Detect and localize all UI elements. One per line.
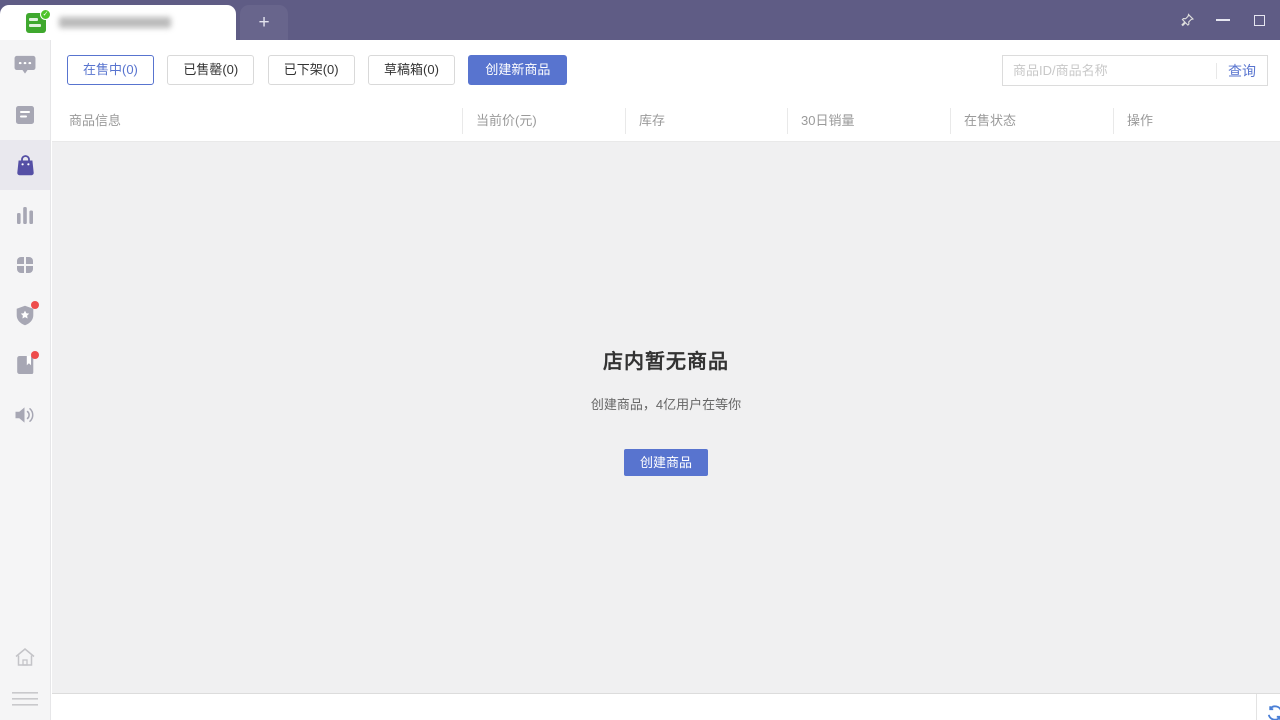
sidebar-item-menu[interactable]: [0, 678, 50, 720]
maximize-icon: [1253, 14, 1265, 26]
bottom-bar-divider: [1256, 694, 1257, 720]
store-avatar: ✓: [26, 8, 51, 33]
sidebar-bottom: [0, 636, 50, 720]
titlebar: ✓ +: [0, 0, 1280, 40]
sidebar-item-home[interactable]: [0, 636, 50, 678]
column-header-product-info: 商品信息: [69, 112, 122, 128]
maximize-button[interactable]: [1246, 7, 1272, 33]
create-product-button[interactable]: 创建商品: [623, 449, 708, 476]
speaker-icon: [15, 407, 34, 423]
column-header-current-price: 当前价(元): [462, 100, 625, 142]
sidebar-item-products[interactable]: [0, 140, 50, 190]
sidebar-item-orders[interactable]: [0, 90, 50, 140]
empty-state-panel: 店内暂无商品 创建商品，4亿用户在等你 创建商品: [52, 142, 1280, 693]
create-new-product-button[interactable]: 创建新商品: [468, 55, 568, 85]
minimize-button[interactable]: [1210, 7, 1236, 33]
empty-state-title: 店内暂无商品: [603, 351, 729, 373]
new-tab-button[interactable]: +: [240, 5, 288, 40]
pin-icon: [1180, 12, 1194, 26]
window-controls: [1174, 0, 1272, 40]
document-list-icon: [16, 106, 34, 124]
product-table-header: 商品信息 当前价(元) 库存 30日销量 在售状态 操作: [52, 100, 1280, 142]
sidebar-item-protection[interactable]: [0, 290, 50, 340]
hamburger-icon: [12, 692, 38, 706]
tab-title-redacted: [59, 17, 171, 28]
column-header-actions: 操作: [1113, 100, 1280, 142]
sidebar-item-resources[interactable]: [0, 340, 50, 390]
main-content: 在售中(0) 已售罄(0) 已下架(0) 草稿箱(0) 创建新商品 查询 商品信…: [52, 40, 1280, 720]
column-header-30day-sales: 30日销量: [787, 100, 950, 142]
sidebar-item-analytics[interactable]: [0, 190, 50, 240]
sidebar-item-announcement[interactable]: [0, 390, 50, 440]
notification-badge: [31, 351, 39, 359]
refresh-corner-button[interactable]: [1267, 705, 1280, 720]
column-header-stock: 库存: [625, 100, 787, 142]
refresh-icon: [1267, 705, 1280, 720]
sidebar-nav: [0, 40, 51, 720]
search-submit-button[interactable]: 查询: [1217, 61, 1267, 81]
product-search-box: 查询: [1002, 55, 1268, 86]
search-input[interactable]: [1003, 56, 1216, 85]
notification-badge: [31, 301, 39, 309]
store-verified-check-icon: ✓: [40, 8, 51, 20]
column-header-sale-status: 在售状态: [950, 100, 1113, 142]
filter-tab-on-sale[interactable]: 在售中(0): [67, 55, 154, 85]
bottom-bar: [52, 693, 1280, 720]
shopping-bag-icon: [16, 155, 34, 176]
filter-tab-sold-out[interactable]: 已售罄(0): [167, 55, 255, 85]
home-icon: [15, 648, 35, 666]
app-grid-icon: [17, 257, 33, 273]
pin-window-button[interactable]: [1174, 7, 1200, 33]
filter-tab-drafts[interactable]: 草稿箱(0): [368, 55, 455, 85]
sidebar-item-apps[interactable]: [0, 240, 50, 290]
sidebar-item-chat[interactable]: [0, 40, 50, 90]
chat-bubble-icon: [14, 55, 36, 74]
app-tab-active[interactable]: ✓: [0, 5, 236, 40]
filter-tab-delisted[interactable]: 已下架(0): [267, 55, 355, 85]
minimize-icon: [1216, 19, 1230, 21]
empty-state-subtitle: 创建商品，4亿用户在等你: [590, 397, 742, 412]
bar-chart-icon: [17, 206, 33, 224]
product-toolbar: 在售中(0) 已售罄(0) 已下架(0) 草稿箱(0) 创建新商品 查询: [52, 40, 1280, 100]
